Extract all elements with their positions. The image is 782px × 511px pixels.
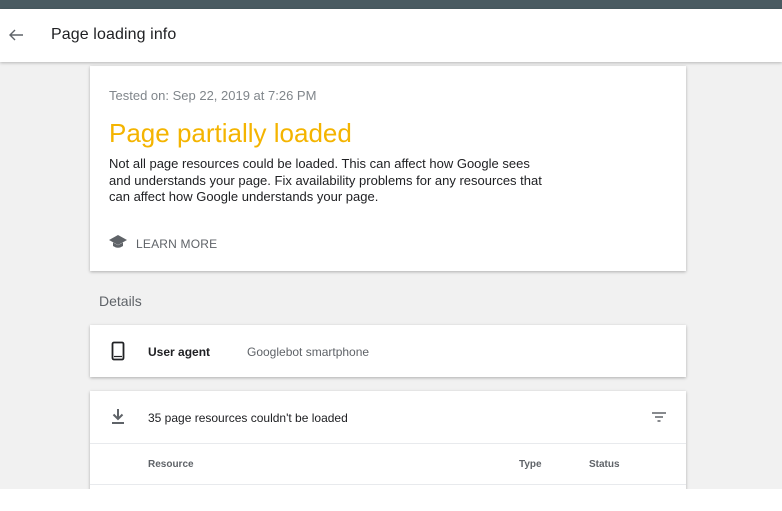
page-title: Page loading info	[51, 26, 177, 43]
status-card: Tested on: Sep 22, 2019 at 7:26 PM Page …	[90, 66, 686, 271]
resources-title: 35 page resources couldn't be loaded	[148, 411, 348, 425]
arrow-back-icon[interactable]	[4, 23, 28, 47]
details-heading: Details	[99, 293, 142, 309]
column-header-resource[interactable]: Resource	[148, 459, 194, 470]
tested-on-text: Tested on: Sep 22, 2019 at 7:26 PM	[109, 88, 317, 103]
learn-more-label: LEARN MORE	[136, 237, 218, 251]
user-agent-label: User agent	[148, 345, 211, 359]
divider	[90, 443, 686, 444]
column-header-status[interactable]: Status	[589, 459, 620, 470]
user-agent-card: User agent Googlebot smartphone	[90, 325, 686, 377]
school-icon	[108, 234, 128, 255]
filter-icon[interactable]	[650, 408, 668, 431]
smartphone-icon	[111, 341, 125, 366]
divider	[90, 484, 686, 485]
main-content: Tested on: Sep 22, 2019 at 7:26 PM Page …	[0, 62, 782, 489]
bottom-area	[0, 489, 782, 511]
status-headline: Page partially loaded	[109, 118, 352, 148]
app-bar: Page loading info	[0, 9, 782, 62]
resources-card: 35 page resources couldn't be loaded Res…	[90, 391, 686, 489]
column-header-type[interactable]: Type	[519, 459, 542, 470]
learn-more-link[interactable]: LEARN MORE	[108, 234, 217, 254]
download-icon	[110, 408, 126, 431]
window-top-strip	[0, 0, 782, 9]
status-description: Not all page resources could be loaded. …	[109, 156, 542, 204]
user-agent-value: Googlebot smartphone	[247, 345, 370, 359]
